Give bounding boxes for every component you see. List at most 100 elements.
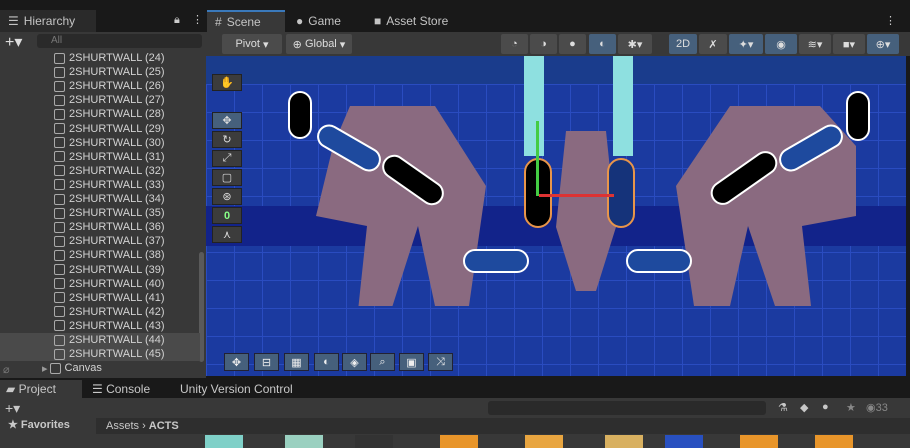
move-gizmo-x[interactable] xyxy=(539,194,614,197)
move-gizmo-y[interactable] xyxy=(536,121,539,196)
hierarchy-item[interactable]: 2SHURTWALL (27) xyxy=(0,93,200,107)
shaded-wire-button[interactable]: ◑ xyxy=(530,34,557,54)
mode-2d-button[interactable]: 2D xyxy=(669,34,697,54)
hierarchy-item[interactable]: 2SHURTWALL (44) xyxy=(0,333,200,347)
rotate-tool[interactable]: ↻ xyxy=(212,131,242,148)
hierarchy-item[interactable]: 2SHURTWALL (28) xyxy=(0,107,200,121)
tab-scene[interactable]: # Scene xyxy=(207,10,285,32)
hierarchy-item[interactable]: 2SHURTWALL (43) xyxy=(0,319,200,333)
snap-value[interactable]: 0 xyxy=(212,207,242,224)
asset-thumbnail[interactable] xyxy=(525,435,563,448)
camera-dropdown[interactable]: ■▾ xyxy=(833,34,865,54)
breadcrumb-acts[interactable]: ACTS xyxy=(149,420,179,432)
hierarchy-item[interactable]: 2SHURTWALL (40) xyxy=(0,277,200,291)
hierarchy-item-label: 2SHURTWALL (33) xyxy=(69,178,165,191)
asset-thumbnail[interactable] xyxy=(665,435,703,448)
tab-asset-store[interactable]: ■ Asset Store xyxy=(366,10,456,32)
hierarchy-item[interactable]: 2SHURTWALL (30) xyxy=(0,136,200,150)
gameobject-icon xyxy=(54,52,65,64)
asset-thumbnail[interactable] xyxy=(205,435,243,448)
add-asset-button[interactable]: +▾ xyxy=(5,400,20,417)
rect-tool[interactable]: ▢ xyxy=(212,169,242,186)
scale-tool[interactable]: ⤢ xyxy=(212,150,242,167)
shuffle-overlay-button[interactable]: ⤨ xyxy=(428,353,453,371)
hierarchy-item[interactable]: 2SHURTWALL (32) xyxy=(0,164,200,178)
hierarchy-item[interactable]: 2SHURTWALL (34) xyxy=(0,192,200,206)
breadcrumb-assets[interactable]: Assets xyxy=(106,420,139,432)
capsule-selected-right[interactable] xyxy=(607,158,635,228)
hierarchy-item-label: Canvas xyxy=(64,362,102,375)
label-icon[interactable]: ◆ xyxy=(800,401,808,414)
gizmos-dropdown[interactable]: ⊕▾ xyxy=(867,34,899,54)
unlit-button[interactable]: ◐ xyxy=(589,34,616,54)
gameobject-icon xyxy=(54,334,65,346)
gameobject-icon xyxy=(54,165,65,177)
hierarchy-item[interactable]: 2SHURTWALL (38) xyxy=(0,248,200,262)
asset-thumbnail[interactable] xyxy=(440,435,478,448)
hierarchy-item[interactable]: 2SHURTWALL (41) xyxy=(0,291,200,305)
asset-thumbnail[interactable] xyxy=(740,435,778,448)
tab-game[interactable]: ● Game xyxy=(288,10,349,32)
more-icon[interactable]: ⋮ xyxy=(885,14,896,27)
hierarchy-item[interactable]: 2SHURTWALL (31) xyxy=(0,150,200,164)
pillar-right xyxy=(613,56,633,156)
asset-thumbnail[interactable] xyxy=(355,435,393,448)
global-dropdown[interactable]: ⊕ Global ▾ xyxy=(286,34,352,54)
layers-dropdown[interactable]: ≋▾ xyxy=(799,34,831,54)
favorites-item[interactable]: ★ Favorites xyxy=(8,418,70,431)
hierarchy-item[interactable]: 2SHURTWALL (45) xyxy=(0,347,200,362)
warning-icon[interactable]: ● xyxy=(822,401,829,413)
pivot-dropdown[interactable]: Pivot ▾ xyxy=(222,34,282,54)
tab-hierarchy[interactable]: ☰ Hierarchy xyxy=(0,10,96,32)
tab-unity-version-control[interactable]: Unity Version Control xyxy=(180,380,293,398)
move-tool[interactable]: ✥ xyxy=(212,112,242,129)
debug-draw-button[interactable]: ✱▾ xyxy=(618,34,652,54)
effects-dropdown[interactable]: ✦▾ xyxy=(729,34,763,54)
camera-overlay-button[interactable]: ▣ xyxy=(399,353,424,371)
expand-arrow-icon[interactable]: ▸ xyxy=(42,362,48,375)
gameobject-icon xyxy=(54,235,65,247)
hierarchy-item-canvas[interactable]: ▸ Canvas xyxy=(0,361,200,375)
more-icon[interactable]: ⋮ xyxy=(192,13,203,26)
star-icon[interactable]: ★ xyxy=(846,401,856,414)
asset-thumbnail[interactable] xyxy=(605,435,643,448)
add-button[interactable]: +▾ xyxy=(5,32,22,52)
pillar-left xyxy=(524,56,544,156)
tab-project[interactable]: ▰ Project xyxy=(0,380,82,398)
hierarchy-item[interactable]: 2SHURTWALL (24) xyxy=(0,51,200,65)
hierarchy-item[interactable]: 2SHURTWALL (36) xyxy=(0,220,200,234)
hierarchy-search-input[interactable]: All xyxy=(37,34,202,48)
lighting-toggle[interactable]: ✗ xyxy=(699,34,727,54)
hierarchy-item[interactable]: 2SHURTWALL (33) xyxy=(0,178,200,192)
grid-overlay-button[interactable]: ▦ xyxy=(284,353,309,371)
hierarchy-item[interactable]: 2SHURTWALL (29) xyxy=(0,122,200,136)
hierarchy-item[interactable]: 2SHURTWALL (35) xyxy=(0,206,200,220)
scene-view[interactable] xyxy=(206,56,906,376)
hierarchy-item[interactable]: 2SHURTWALL (26) xyxy=(0,79,200,93)
custom-tool[interactable]: ⋏ xyxy=(212,226,242,243)
view-tool[interactable]: ✋ xyxy=(212,74,242,91)
project-search-input[interactable] xyxy=(488,401,766,415)
search-overlay-button[interactable]: ⌕ xyxy=(370,353,395,371)
lock-icon[interactable]: 🔒︎ xyxy=(174,14,180,27)
wireframe-shading-button[interactable]: ◔ xyxy=(501,34,528,54)
hidden-count[interactable]: ◉33 xyxy=(866,401,888,414)
visibility-toggle[interactable]: ◉ xyxy=(765,34,797,54)
transform-tool[interactable]: ⊛ xyxy=(212,188,242,205)
hierarchy-item[interactable]: 2SHURTWALL (42) xyxy=(0,305,200,319)
asset-thumbnail[interactable] xyxy=(815,435,853,448)
shaded-button[interactable]: ● xyxy=(559,34,586,54)
hierarchy-item[interactable]: 2SHURTWALL (39) xyxy=(0,263,200,277)
snap-overlay-button[interactable]: ⊟ xyxy=(254,353,279,371)
hierarchy-item[interactable]: 2SHURTWALL (37) xyxy=(0,234,200,248)
eye-icon[interactable]: ⌀ xyxy=(3,363,10,376)
filter-type-icon[interactable]: ⚗ xyxy=(778,401,788,414)
gameobject-icon xyxy=(54,292,65,304)
gameobject-icon xyxy=(54,80,65,92)
tab-console[interactable]: ☰ Console xyxy=(92,380,150,398)
move-overlay-button[interactable]: ✥ xyxy=(224,353,249,371)
hierarchy-item[interactable]: 2SHURTWALL (25) xyxy=(0,65,200,79)
layers-overlay-button[interactable]: ◈ xyxy=(342,353,367,371)
light-overlay-button[interactable]: ◐ xyxy=(314,353,339,371)
asset-thumbnail[interactable] xyxy=(285,435,323,448)
